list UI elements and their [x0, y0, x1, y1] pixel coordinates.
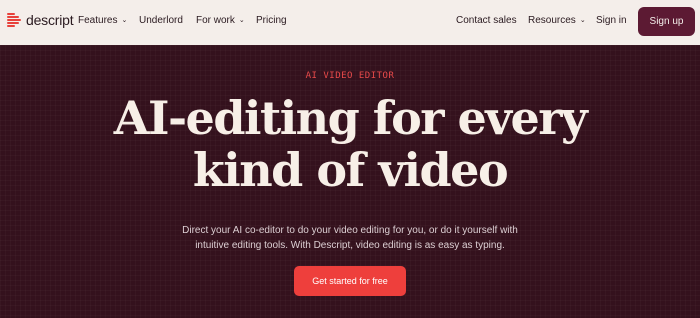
subheading-line-2: intuitive editing tools. With Descript, … — [195, 240, 505, 251]
chevron-down-icon: ⌄ — [121, 16, 128, 24]
sign-in-link[interactable]: Sign in — [596, 15, 627, 26]
nav-item-pricing[interactable]: Pricing — [256, 15, 287, 26]
top-navigation: descript Features ⌄ Underlord For work ⌄… — [0, 0, 700, 45]
hero-subheading: Direct your AI co-editor to do your vide… — [150, 223, 550, 253]
chevron-down-icon: ⌄ — [579, 16, 586, 24]
nav-item-resources[interactable]: Resources ⌄ — [528, 15, 586, 26]
nav-item-label: For work — [196, 15, 235, 26]
headline-line-1: AI-editing for every — [113, 91, 588, 145]
nav-item-underlord[interactable]: Underlord — [139, 15, 183, 26]
get-started-button[interactable]: Get started for free — [294, 266, 406, 296]
sign-in-label: Sign in — [596, 15, 627, 26]
headline-line-2: kind of video — [192, 143, 509, 197]
chevron-down-icon: ⌄ — [238, 16, 245, 24]
nav-item-label: Underlord — [139, 15, 183, 26]
nav-item-features[interactable]: Features ⌄ — [78, 15, 127, 26]
hero-section: AI VIDEO EDITOR AI-editing for every kin… — [0, 45, 700, 318]
nav-item-label: Features — [78, 15, 118, 26]
subheading-line-1: Direct your AI co-editor to do your vide… — [182, 225, 518, 236]
hero-eyebrow: AI VIDEO EDITOR — [305, 71, 395, 81]
nav-item-label: Pricing — [256, 15, 287, 26]
logo-text: descript — [26, 12, 74, 28]
nav-item-contact-sales[interactable]: Contact sales — [456, 15, 517, 26]
sign-up-button[interactable]: Sign up — [638, 7, 695, 36]
nav-item-label: Resources — [528, 15, 576, 26]
descript-logo-icon — [7, 12, 21, 28]
nav-item-label: Contact sales — [456, 15, 517, 26]
nav-item-for-work[interactable]: For work ⌄ — [196, 15, 245, 26]
hero-headline: AI-editing for every kind of video — [0, 92, 700, 196]
descript-logo[interactable]: descript — [7, 12, 74, 28]
